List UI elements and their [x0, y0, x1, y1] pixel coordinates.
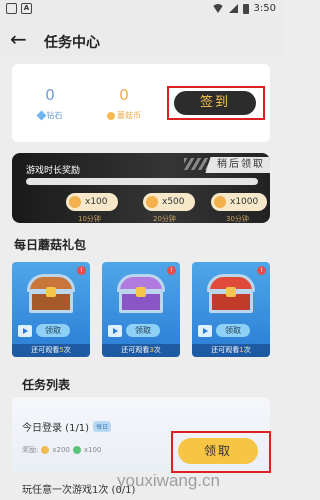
- coin-value: 0: [119, 86, 129, 104]
- balance-card: 0 钻石 0 蘑菇币 签到: [12, 64, 270, 142]
- signin-button[interactable]: 签到: [174, 91, 256, 115]
- reward-chip: x1000: [211, 193, 267, 211]
- alert-badge: !: [77, 266, 86, 275]
- playtime-title: 游戏时长奖励: [26, 166, 81, 176]
- remaining-views: 还可观看5次: [12, 344, 90, 357]
- playtime-reward-card: 游戏时长奖励 稍后领取 x100 10分钟 x500 20分钟 x1000 30…: [12, 153, 270, 223]
- coin-icon: [69, 196, 81, 208]
- video-play-icon: [198, 324, 212, 337]
- task-name: 今日登录 (1/1) 每日: [22, 419, 112, 434]
- claim-later-button[interactable]: 稍后领取: [205, 157, 270, 173]
- video-play-icon: [108, 324, 122, 337]
- reward-amount: x1000: [230, 197, 259, 207]
- reward-chip: x100: [66, 193, 118, 211]
- video-play-icon: [18, 324, 32, 337]
- remaining-views: 还可观看3次: [102, 344, 180, 357]
- task-claim-button[interactable]: 领取: [178, 438, 258, 464]
- page-title: 任务中心: [44, 35, 100, 51]
- coin-stat: 0 蘑菇币: [94, 86, 154, 121]
- watermark: youxiwang.cn: [117, 471, 221, 490]
- alert-badge: !: [257, 266, 266, 275]
- coin-icon: [146, 196, 158, 208]
- task-list-title: 任务列表: [22, 378, 71, 392]
- reward-minutes: 10分钟: [78, 215, 101, 223]
- diamond-value: 0: [45, 86, 55, 104]
- gift-claim-button[interactable]: 领取: [216, 324, 250, 337]
- diamond-icon: [36, 110, 46, 121]
- notification-square-icon: [6, 3, 17, 14]
- task-reward: 奖励: x200 x100: [22, 446, 102, 454]
- notification-a-icon: A: [21, 3, 32, 14]
- coin-icon: [107, 111, 115, 120]
- reward-chip: x500: [143, 193, 195, 211]
- gift-claim-button[interactable]: 领取: [126, 324, 160, 337]
- playtime-progress-bar: [26, 178, 258, 185]
- reward-amount: x100: [85, 197, 108, 207]
- reward-minutes: 20分钟: [153, 215, 176, 223]
- wifi-icon: [211, 4, 224, 13]
- gem-icon: [72, 446, 81, 454]
- diamond-stat: 0 钻石: [20, 86, 80, 121]
- reward-amount: x500: [162, 197, 185, 207]
- signal-icon: [228, 4, 238, 13]
- treasure-chest-icon: [27, 274, 75, 314]
- clock: 3:50: [253, 3, 276, 14]
- diamond-label: 钻石: [46, 111, 63, 120]
- gift-claim-button[interactable]: 领取: [36, 324, 70, 337]
- nav-bar: ← 任务中心: [0, 20, 282, 62]
- gift-box[interactable]: ! 领取 还可观看5次: [12, 262, 90, 357]
- coin-icon: [214, 196, 226, 208]
- status-bar: A 3:50: [0, 0, 282, 20]
- back-arrow-icon[interactable]: ←: [10, 29, 32, 51]
- battery-icon: [242, 3, 249, 14]
- claim-later-label: 稍后领取: [217, 159, 265, 170]
- treasure-chest-icon: [207, 274, 255, 314]
- daily-gift-title: 每日蘑菇礼包: [14, 238, 87, 252]
- reward-minutes: 30分钟: [226, 215, 249, 223]
- gift-box[interactable]: ! 领取 还可观看1次: [192, 262, 270, 357]
- coin-label: 蘑菇币: [117, 111, 141, 120]
- remaining-views: 还可观看1次: [192, 344, 270, 357]
- daily-tag: 每日: [93, 421, 112, 432]
- gift-box[interactable]: ! 领取 还可观看3次: [102, 262, 180, 357]
- coin-icon: [41, 446, 50, 454]
- treasure-chest-icon: [117, 274, 165, 314]
- alert-badge: !: [167, 266, 176, 275]
